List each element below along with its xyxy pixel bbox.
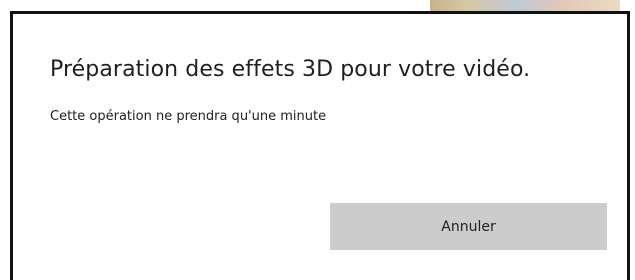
screen: Préparation des effets 3D pour votre vid…	[0, 0, 635, 280]
cancel-button[interactable]: Annuler	[330, 203, 607, 250]
dialog-title: Préparation des effets 3D pour votre vid…	[50, 57, 531, 82]
progress-dialog: Préparation des effets 3D pour votre vid…	[10, 11, 630, 280]
dialog-message: Cette opération ne prendra qu'une minute	[50, 109, 327, 124]
